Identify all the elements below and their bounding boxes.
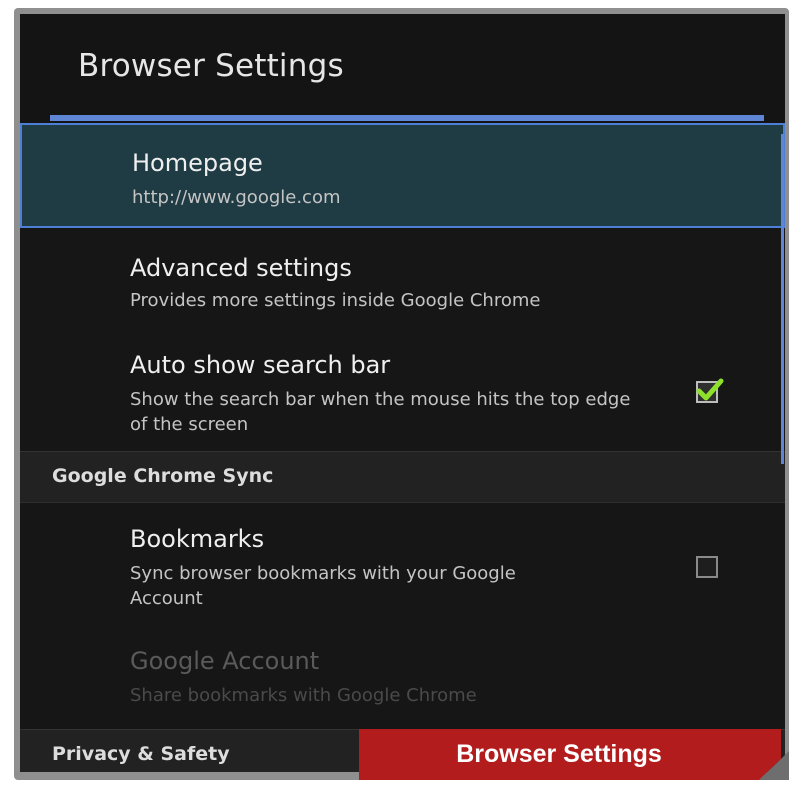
advanced-settings-row[interactable]: Advanced settings Provides more settings… <box>20 228 785 332</box>
scrollbar[interactable] <box>781 134 784 464</box>
auto-show-search-bar-row[interactable]: Auto show search bar Show the search bar… <box>20 331 785 452</box>
checkmark-icon <box>696 378 724 401</box>
settings-screen: Browser Settings Homepage http://www.goo… <box>20 14 785 772</box>
auto-show-search-bar-checkbox[interactable] <box>696 378 724 403</box>
caption-tail <box>759 729 789 780</box>
google-account-subtitle: Share bookmarks with Google Chrome <box>130 685 477 706</box>
auto-show-search-bar-subtitle: Show the search bar when the mouse hits … <box>130 389 631 435</box>
header: Browser Settings <box>20 14 785 114</box>
auto-show-search-bar-title: Auto show search bar <box>130 351 391 379</box>
header-divider <box>50 115 764 121</box>
google-account-row: Google Account Share bookmarks with Goog… <box>20 625 785 730</box>
section-label: Privacy & Safety <box>52 743 230 765</box>
bookmarks-title: Bookmarks <box>130 525 265 553</box>
advanced-settings-subtitle: Provides more settings inside Google Chr… <box>130 290 541 311</box>
bookmarks-row[interactable]: Bookmarks Sync browser bookmarks with yo… <box>20 503 785 626</box>
advanced-settings-title: Advanced settings <box>130 254 352 282</box>
homepage-value: http://www.google.com <box>132 187 341 208</box>
google-account-title: Google Account <box>130 647 320 675</box>
section-label: Google Chrome Sync <box>52 465 274 487</box>
homepage-title: Homepage <box>132 149 263 177</box>
caption-banner: Browser Settings <box>359 729 759 780</box>
settings-list[interactable]: Homepage http://www.google.com Advanced … <box>20 123 785 772</box>
homepage-row[interactable]: Homepage http://www.google.com <box>20 123 785 228</box>
bookmarks-checkbox[interactable] <box>696 556 718 578</box>
bookmarks-subtitle: Sync browser bookmarks with your Google … <box>130 563 516 609</box>
section-header-google-chrome-sync: Google Chrome Sync <box>20 451 785 503</box>
caption-text: Browser Settings <box>456 740 662 768</box>
page-title: Browser Settings <box>78 48 344 84</box>
